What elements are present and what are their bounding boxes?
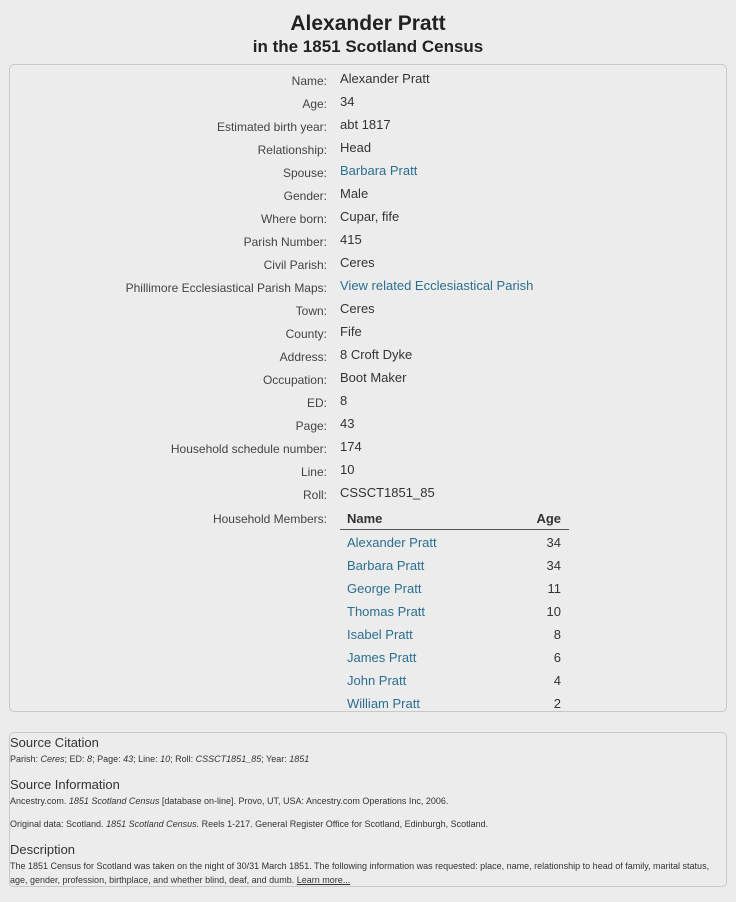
member-name-link[interactable]: William Pratt	[347, 696, 420, 711]
household-members-label: Household Members:	[212, 512, 327, 526]
learn-more-link[interactable]: Learn more...	[297, 875, 351, 885]
field-label: Line:	[300, 465, 327, 479]
column-header-age: Age	[536, 511, 561, 526]
household-member-row: James Pratt 6	[340, 645, 569, 668]
field-label: Roll:	[302, 488, 327, 502]
member-age: 8	[553, 627, 561, 642]
original-data-text: Original data: Scotland. 1851 Scotland C…	[10, 819, 489, 829]
field-value: 34	[340, 94, 355, 109]
field-label: Name:	[291, 74, 327, 88]
field-value: Fife	[340, 324, 362, 339]
field-value: Alexander Pratt	[340, 71, 430, 86]
source-citation-text: Parish: Ceres; ED: 8; Page: 43; Line: 10…	[10, 754, 310, 764]
field-label: Gender:	[283, 189, 327, 203]
member-name-link[interactable]: George Pratt	[347, 581, 421, 596]
column-header-name: Name	[347, 511, 383, 526]
field-row: Relationship: Head	[10, 140, 728, 160]
household-member-row: John Pratt 4	[340, 668, 569, 691]
field-row: Gender: Male	[10, 186, 728, 206]
member-age: 6	[553, 650, 561, 665]
source-information-heading: Source Information	[10, 777, 120, 792]
field-row: Page: 43	[10, 416, 728, 436]
field-value-link[interactable]: View related Ecclesiastical Parish	[340, 278, 533, 293]
field-row: Spouse: Barbara Pratt	[10, 163, 728, 183]
household-table-header: Name Age	[340, 509, 569, 530]
source-section: Source Citation Parish: Ceres; ED: 8; Pa…	[9, 732, 727, 887]
field-row: Phillimore Ecclesiastical Parish Maps: Vi…	[10, 278, 728, 298]
field-value: 174	[340, 439, 362, 454]
field-row: Line: 10	[10, 462, 728, 482]
member-age: 11	[547, 581, 562, 596]
field-row: Estimated birth year: abt 1817	[10, 117, 728, 137]
field-value: Head	[340, 140, 372, 155]
field-row: Address: 8 Croft Dyke	[10, 347, 728, 367]
field-label: Civil Parish:	[263, 258, 327, 272]
source-information-text: Ancestry.com. 1851 Scotland Census [data…	[10, 796, 449, 806]
field-label: Parish Number:	[243, 235, 327, 249]
field-value: 10	[340, 462, 355, 477]
household-member-row: William Pratt 2	[340, 691, 569, 714]
field-row: Age: 34	[10, 94, 728, 114]
field-value: 43	[340, 416, 355, 431]
member-name-link[interactable]: John Pratt	[347, 673, 406, 688]
field-value: Cupar, fife	[340, 209, 400, 224]
field-value: Ceres	[340, 255, 375, 270]
member-name-link[interactable]: Alexander Pratt	[347, 535, 437, 550]
field-label: Household schedule number:	[170, 442, 327, 456]
member-age: 34	[546, 558, 561, 573]
field-value: 8 Croft Dyke	[340, 347, 413, 362]
member-age: 34	[546, 535, 561, 550]
field-label: Spouse:	[282, 166, 327, 180]
field-row: Where born: Cupar, fife	[10, 209, 728, 229]
household-member-row: Alexander Pratt 34	[340, 530, 569, 553]
field-value: 8	[340, 393, 348, 408]
field-value: 415	[340, 232, 362, 247]
field-label: Phillimore Ecclesiastical Parish Maps:	[125, 281, 327, 295]
field-value: Male	[340, 186, 369, 201]
field-value: Boot Maker	[340, 370, 407, 385]
member-name-link[interactable]: James Pratt	[347, 650, 416, 665]
member-age: 2	[553, 696, 561, 711]
household-member-row: Barbara Pratt 34	[340, 553, 569, 576]
page-header: Alexander Pratt in the 1851 Scotland Cen…	[0, 0, 736, 58]
field-row: Name: Alexander Pratt	[10, 71, 728, 91]
field-value: Ceres	[340, 301, 375, 316]
field-row: ED: 8	[10, 393, 728, 413]
field-value: CSSCT1851_85	[340, 485, 435, 500]
field-label: Relationship:	[257, 143, 327, 157]
field-row: Town: Ceres	[10, 301, 728, 321]
member-name-link[interactable]: Barbara Pratt	[347, 558, 424, 573]
household-member-row: Isabel Pratt 8	[340, 622, 569, 645]
member-name-link[interactable]: Thomas Pratt	[347, 604, 425, 619]
description-text: The 1851 Census for Scotland was taken o…	[10, 861, 710, 885]
field-row: Household schedule number: 174	[10, 439, 728, 459]
member-name-link[interactable]: Isabel Pratt	[347, 627, 413, 642]
household-member-row: George Pratt 11	[340, 576, 569, 599]
field-label: Address:	[279, 350, 327, 364]
field-row: Occupation: Boot Maker	[10, 370, 728, 390]
member-age: 4	[553, 673, 561, 688]
field-label: Page:	[295, 419, 327, 433]
field-value-link[interactable]: Barbara Pratt	[340, 163, 417, 178]
household-member-row: Thomas Pratt 10	[340, 599, 569, 622]
field-label: Age:	[302, 97, 327, 111]
page-subtitle: in the 1851 Scotland Census	[252, 37, 484, 56]
member-age: 10	[546, 604, 561, 619]
field-label: County:	[285, 327, 327, 341]
field-row: Roll: CSSCT1851_85	[10, 485, 728, 505]
field-label: ED:	[306, 396, 327, 410]
field-value: abt 1817	[340, 117, 391, 132]
source-citation-heading: Source Citation	[10, 735, 99, 750]
field-row: Civil Parish: Ceres	[10, 255, 728, 275]
page-title: Alexander Pratt	[290, 12, 446, 35]
field-row: County: Fife	[10, 324, 728, 344]
field-label: Where born:	[260, 212, 327, 226]
field-row: Parish Number: 415	[10, 232, 728, 252]
household-table: Name Age Alexander Pratt 34 Barbara Pratt 3…	[340, 509, 569, 714]
record-details: Household Members: Name Age Alexander Pr…	[9, 64, 727, 712]
description-heading: Description	[10, 842, 76, 857]
field-label: Town:	[295, 304, 327, 318]
field-label: Estimated birth year:	[216, 120, 327, 134]
field-label: Occupation:	[262, 373, 327, 387]
